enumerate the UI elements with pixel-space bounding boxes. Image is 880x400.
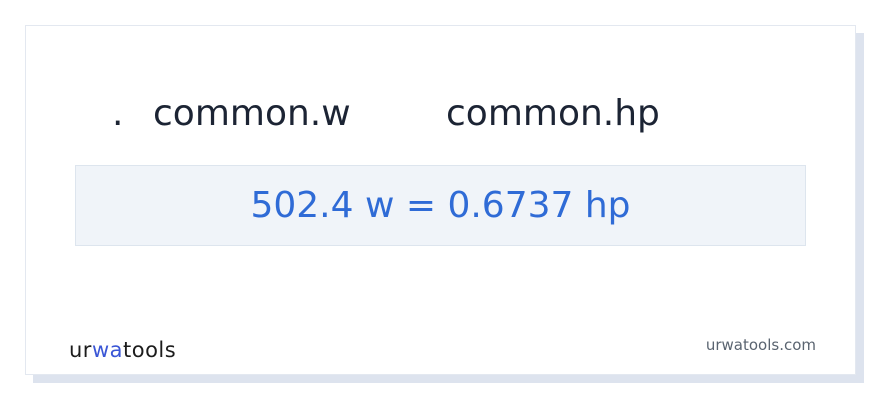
from-unit-label: common.w	[153, 93, 351, 134]
logo-text-part1: ur	[69, 338, 92, 362]
logo-text-accent: wa	[91, 338, 123, 362]
converter-card: . common.w common.hp 502.4 w = 0.6737 hp…	[25, 25, 856, 375]
unit-heading: . common.w common.hp	[26, 90, 855, 138]
page: . common.w common.hp 502.4 w = 0.6737 hp…	[0, 0, 880, 400]
to-unit-label: common.hp	[446, 93, 660, 134]
heading-dot: .	[112, 93, 124, 134]
logo-text-part3: tools	[123, 338, 177, 362]
site-url-link[interactable]: urwatools.com	[706, 335, 816, 355]
conversion-result: 502.4 w = 0.6737 hp	[75, 165, 806, 246]
conversion-result-text: 502.4 w = 0.6737 hp	[250, 185, 631, 226]
brand-logo[interactable]: urwatools	[69, 337, 176, 363]
